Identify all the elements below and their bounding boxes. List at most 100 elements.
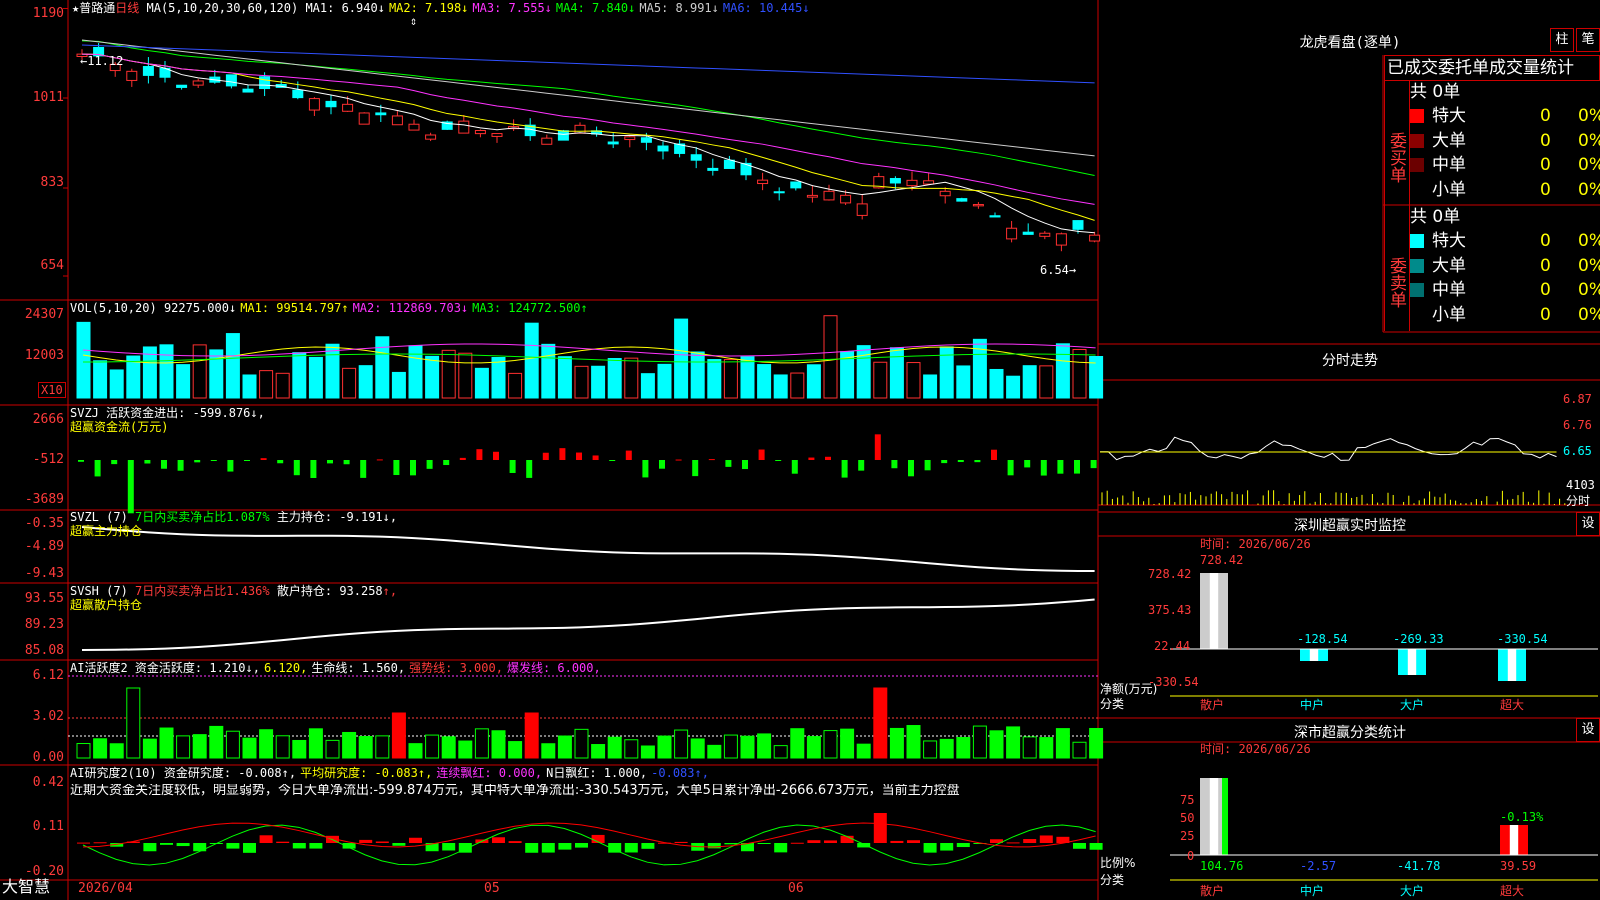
sell-rows: 特大00%大单00%中单00%小单00%: [1410, 229, 1600, 327]
svzj-bar-33: [625, 450, 632, 460]
ai1-bar-18: [375, 735, 390, 759]
ai1-bar-7: [192, 734, 207, 759]
candle-7: [192, 80, 204, 86]
date-label-2: 05: [484, 881, 500, 896]
svzl-axis-1: -0.35: [24, 516, 64, 531]
monitor-cat-0: 散户: [1200, 698, 1225, 712]
ai2-bar-11: [259, 835, 273, 843]
svzj-bar-36: [675, 459, 682, 461]
ai1-bar-4: [142, 738, 157, 759]
ai2-header: AI研究度2(10) 资金研究度: -0.008↑, 平均研究度: -0.083↑…: [70, 766, 709, 780]
monitor-bar-1-hl: [1309, 649, 1319, 661]
ai1-bar-41: [757, 733, 772, 759]
ai2-bar-12: [276, 841, 290, 843]
vol-bar-43: [790, 372, 805, 399]
ai1-bar-35: [657, 735, 672, 759]
ai1-bar-29: [557, 735, 572, 759]
svsh-axis-2: 89.23: [24, 617, 64, 632]
ma-item-1: MA2: 7.198↓: [388, 1, 469, 15]
bar-mode-button[interactable]: 柱: [1550, 28, 1574, 52]
svsh-sub: 超赢散户持仓: [70, 598, 143, 612]
svzj-axis-3: -3689: [24, 492, 64, 507]
candle-50: [906, 179, 918, 187]
vol-bar-39: [723, 359, 738, 399]
stat-bar-3-hl: [1509, 825, 1519, 855]
svzj-bar-58: [1040, 460, 1047, 476]
intraday-vol: 4103: [1566, 478, 1595, 492]
stat-y2: 50: [1180, 811, 1195, 825]
candle-58: [1039, 232, 1051, 237]
monitor-bar-3-hl: [1507, 649, 1517, 681]
stat-time: 时间: 2026/06/26: [1200, 742, 1311, 756]
intraday-price: [1099, 436, 1557, 461]
stats-tab[interactable]: 已成交委托单成交量统计: [1384, 55, 1600, 81]
vol-unit-badge[interactable]: X10: [38, 382, 66, 398]
svzj-bar-32: [609, 460, 616, 461]
vol-bar-29: [557, 356, 572, 399]
candle-19: [391, 115, 403, 126]
buy-swatch-2: [1410, 158, 1424, 172]
vol-bar-44: [806, 364, 821, 399]
stat-val-1: -2.57: [1300, 859, 1337, 873]
candle-24: [474, 129, 486, 135]
candle-21: [425, 134, 437, 140]
ai2-bar-50: [907, 840, 920, 843]
ai1-item-4: 爆发线: 6.000,: [506, 661, 601, 675]
svzj-header: SVZJ 活跃资金进出: -599.876↓,: [70, 406, 265, 420]
period-label[interactable]: 日线: [115, 1, 139, 15]
vol-header: VOL(5,10,20) 92275.000↓ MA1: 99514.797↑ MA…: [70, 301, 588, 315]
svzj-bar-47: [858, 460, 865, 471]
ai2-bar-58: [1039, 835, 1053, 843]
svzj-bar-4: [144, 460, 151, 464]
candle-10: [242, 88, 254, 93]
vol-bar-11: [259, 370, 274, 399]
vol-bar-54: [972, 338, 987, 399]
vol-bar-9: [225, 333, 240, 399]
ai1-axis-3: 0.00: [32, 750, 64, 765]
stat-y3: 25: [1180, 829, 1195, 843]
vol-bar-49: [889, 347, 904, 399]
candle-11: [259, 76, 271, 90]
sell-swatch-1: [1410, 258, 1424, 273]
intraday-title: 分时走势: [1322, 353, 1378, 369]
vol-bar-33: [624, 357, 639, 399]
svzj-bar-60: [1074, 460, 1080, 474]
ma-item-0: MA1: 6.940↓: [305, 1, 385, 15]
vol-bar-19: [391, 371, 406, 399]
intraday-y3: 6.65: [1563, 444, 1592, 458]
candle-header: ★普路通日线 MA(5,10,20,30,60,120) MA1: 6.940↓…: [72, 1, 814, 15]
svzj-bar-14: [310, 460, 317, 478]
monitor-val-3: -330.54: [1497, 632, 1548, 646]
vol-bar-55: [989, 368, 1004, 399]
svzl-sub: 超赢主力持仓: [70, 524, 143, 538]
monitor-time: 时间: 2026/06/26: [1200, 537, 1311, 551]
stat-bar-0-g: [1222, 778, 1228, 855]
price-axis-2: 833: [40, 175, 64, 190]
buy-total: 共 0单: [1410, 82, 1461, 102]
svzj-bar-2: [111, 460, 118, 465]
stat-settings-button[interactable]: 设: [1576, 718, 1600, 742]
ai1-bar-51: [923, 740, 938, 759]
candle-23: [458, 120, 470, 134]
intraday-unit: 分时: [1566, 494, 1591, 508]
ai1-bar-50: [906, 725, 921, 759]
vol-bar-1: [93, 360, 108, 399]
ai2-bar-56: [1006, 842, 1020, 844]
main-chart-canvas[interactable]: [0, 0, 1600, 900]
candle-33: [624, 136, 636, 141]
stock-name[interactable]: 普路通: [79, 1, 115, 15]
brand-logo[interactable]: 大智慧: [2, 879, 50, 895]
vol-item-2: MA2: 112869.703↓: [352, 301, 469, 315]
vol-bar-56: [1006, 375, 1021, 399]
ai1-bar-28: [541, 743, 556, 759]
ai2-bar-13: [292, 843, 306, 849]
svzj-bar-29: [559, 448, 566, 460]
vol-bar-17: [358, 365, 373, 399]
monitor-settings-button[interactable]: 设: [1576, 512, 1600, 536]
svzj-bar-6: [177, 460, 184, 471]
stat-cat-2: 大户: [1400, 884, 1425, 898]
ai1-header: AI活跃度2 资金活跃度: 1.210↓, 6.120, 生命线: 1.560, 强势…: [70, 661, 601, 675]
tick-mode-button[interactable]: 笔: [1576, 28, 1600, 52]
ai2-bar-27: [525, 843, 539, 853]
ai2-bar-14: [309, 843, 323, 849]
